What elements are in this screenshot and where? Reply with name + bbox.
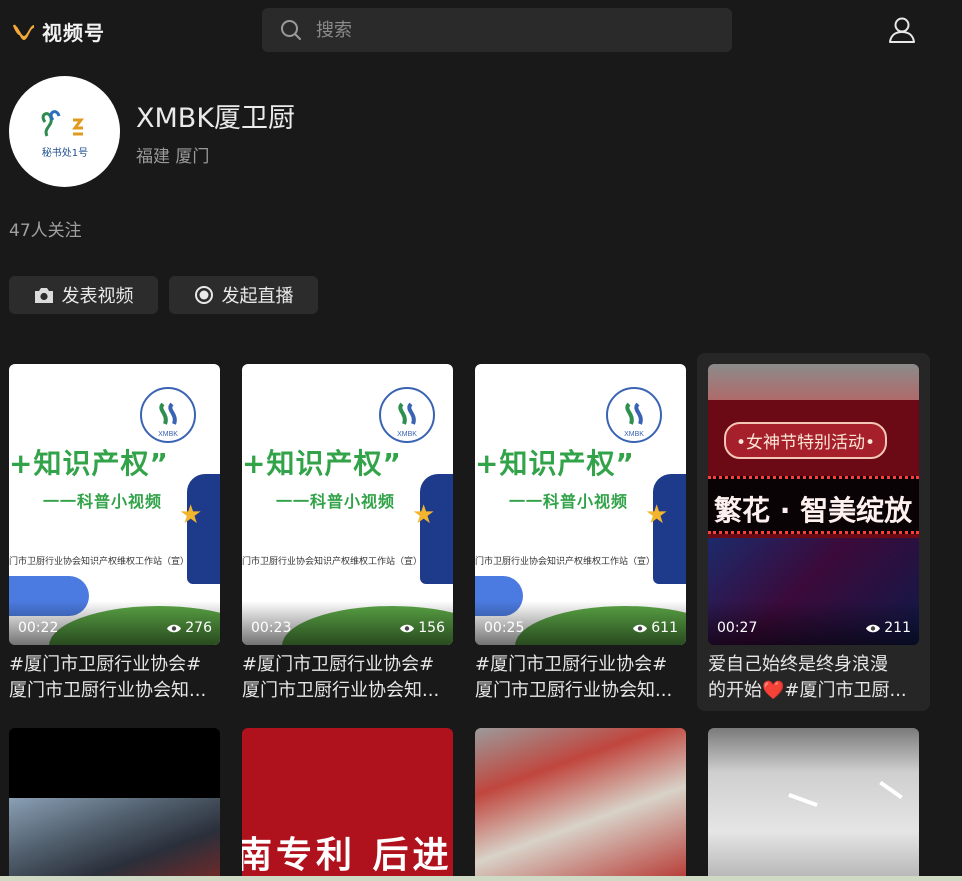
badge-text: XMBK bbox=[624, 431, 644, 438]
camera-icon bbox=[34, 288, 53, 303]
video-card-hovered[interactable]: •女神节特别活动• 繁花 · 智美绽放 00:27 211 爱自己始终是终身浪漫… bbox=[697, 353, 930, 711]
caption-line: 的开始❤️#厦门市卫厨... bbox=[708, 680, 907, 701]
video-card[interactable]: XMBK +知识产权” 一一科普小视频 门市卫厨行业协会知识产权维权工作站（宣）… bbox=[242, 364, 453, 709]
video-caption[interactable]: #厦门市卫厨行业协会# 厦门市卫厨行业协会知... bbox=[242, 652, 453, 704]
mascot-star-icon: ★ bbox=[179, 500, 203, 530]
led-sign-text: 繁花 · 智美绽放 bbox=[714, 494, 913, 527]
view-count: 211 bbox=[865, 620, 911, 636]
badge-text: XMBK bbox=[397, 431, 417, 438]
video-duration: 00:27 bbox=[717, 620, 758, 636]
view-count-value: 611 bbox=[651, 620, 678, 636]
patent-text: 南专利 后进 bbox=[242, 835, 453, 876]
caption-line: #厦门市卫厨行业协会# bbox=[475, 654, 668, 675]
thumbnail-top-blur bbox=[708, 364, 919, 400]
app-logo[interactable]: 视频号 bbox=[12, 17, 105, 46]
view-count: 611 bbox=[632, 620, 678, 636]
caption-line: 厦门市卫厨行业协会知... bbox=[9, 680, 207, 701]
xmbk-badge-icon: XMBK bbox=[140, 387, 196, 443]
caption-line: 厦门市卫厨行业协会知... bbox=[475, 680, 673, 701]
mascot-star-icon: ★ bbox=[645, 500, 669, 530]
user-icon[interactable] bbox=[886, 14, 918, 46]
search-icon bbox=[281, 20, 301, 40]
video-caption[interactable]: #厦门市卫厨行业协会# 厦门市卫厨行业协会知... bbox=[9, 652, 220, 704]
association-logo-icon bbox=[41, 110, 84, 137]
video-thumbnail[interactable]: XMBK +知识产权” 一一科普小视频 门市卫厨行业协会知识产权维权工作站（宣）… bbox=[9, 364, 220, 645]
view-count: 276 bbox=[166, 620, 212, 636]
start-live-label: 发起直播 bbox=[221, 286, 294, 307]
xmbk-badge-icon: XMBK bbox=[606, 387, 662, 443]
thumbnail-subtitle: 一一科普小视频 bbox=[509, 492, 629, 511]
eye-icon bbox=[400, 624, 415, 632]
thumbnail-headline: +知识产权” bbox=[475, 447, 635, 480]
thumbnail-station-text: 门市卫厨行业协会知识产权维权工作站（宣） bbox=[242, 557, 423, 567]
view-count-value: 211 bbox=[884, 620, 911, 636]
ceiling-lights bbox=[788, 792, 818, 808]
video-thumbnail[interactable]: •女神节特别活动• 繁花 · 智美绽放 00:27 211 bbox=[708, 364, 919, 645]
view-count: 156 bbox=[399, 620, 445, 636]
avatar[interactable]: 秘书处1号 bbox=[9, 76, 120, 187]
thumbnail-station-text: 门市卫厨行业协会知识产权维权工作站（宣） bbox=[475, 557, 656, 567]
video-card[interactable] bbox=[9, 728, 220, 876]
channels-logo-icon bbox=[12, 24, 34, 40]
eye-icon bbox=[866, 624, 881, 632]
video-duration: 00:23 bbox=[251, 620, 292, 636]
follower-count[interactable]: 47人关注 bbox=[9, 216, 82, 241]
caption-line: 爱自己始终是终身浪漫 bbox=[708, 654, 888, 675]
app-title: 视频号 bbox=[42, 21, 105, 45]
bottom-strip bbox=[0, 876, 962, 881]
mascot-star-icon: ★ bbox=[412, 500, 436, 530]
video-caption[interactable]: 爱自己始终是终身浪漫 的开始❤️#厦门市卫厨... bbox=[708, 652, 919, 704]
thumbnail-subtitle: 一一科普小视频 bbox=[43, 492, 163, 511]
search-input[interactable] bbox=[316, 19, 696, 41]
badge-text: XMBK bbox=[158, 431, 178, 438]
xmbk-badge-icon: XMBK bbox=[379, 387, 435, 443]
video-thumbnail[interactable]: XMBK +知识产权” 一一科普小视频 门市卫厨行业协会知识产权维权工作站（宣）… bbox=[475, 364, 686, 645]
eye-icon bbox=[167, 624, 182, 632]
start-live-button[interactable]: 发起直播 bbox=[169, 276, 318, 314]
video-duration: 00:25 bbox=[484, 620, 525, 636]
led-sign: 繁花 · 智美绽放 bbox=[708, 476, 919, 534]
video-thumbnail[interactable]: XMBK +知识产权” 一一科普小视频 门市卫厨行业协会知识产权维权工作站（宣）… bbox=[242, 364, 453, 645]
eye-icon bbox=[633, 624, 648, 632]
video-card[interactable]: XMBK +知识产权” 一一科普小视频 门市卫厨行业协会知识产权维权工作站（宣）… bbox=[475, 364, 686, 709]
ceiling-lights bbox=[879, 780, 903, 800]
thumbnail-headline: +知识产权” bbox=[242, 447, 402, 480]
video-duration: 00:22 bbox=[18, 620, 59, 636]
caption-line: #厦门市卫厨行业协会# bbox=[242, 654, 435, 675]
video-card[interactable]: XMBK +知识产权” 一一科普小视频 门市卫厨行业协会知识产权维权工作站（宣）… bbox=[9, 364, 220, 709]
video-thumbnail[interactable] bbox=[475, 728, 686, 876]
video-thumbnail[interactable] bbox=[9, 728, 220, 876]
search-bar[interactable] bbox=[262, 8, 732, 52]
caption-line: #厦门市卫厨行业协会# bbox=[9, 654, 202, 675]
activity-banner: •女神节特别活动• bbox=[724, 422, 888, 459]
video-card[interactable] bbox=[708, 728, 919, 876]
video-caption[interactable]: #厦门市卫厨行业协会# 厦门市卫厨行业协会知... bbox=[475, 652, 686, 704]
video-thumbnail[interactable]: 南专利 后进 bbox=[242, 728, 453, 876]
video-thumbnail[interactable] bbox=[708, 728, 919, 876]
top-bar: 视频号 bbox=[0, 0, 962, 62]
video-card[interactable]: 南专利 后进 bbox=[242, 728, 453, 876]
live-record-icon bbox=[194, 286, 213, 304]
profile-name: XMBK厦卫厨 bbox=[136, 103, 296, 134]
view-count-value: 276 bbox=[185, 620, 212, 636]
profile-location: 福建 厦门 bbox=[136, 147, 210, 167]
event-hall-scene bbox=[9, 798, 220, 876]
view-count-value: 156 bbox=[418, 620, 445, 636]
avatar-caption: 秘书处1号 bbox=[41, 148, 89, 159]
post-video-label: 发表视频 bbox=[61, 286, 134, 307]
caption-line: 厦门市卫厨行业协会知... bbox=[242, 680, 440, 701]
thumbnail-subtitle: 一一科普小视频 bbox=[276, 492, 396, 511]
thumbnail-headline: +知识产权” bbox=[9, 447, 169, 480]
thumbnail-station-text: 门市卫厨行业协会知识产权维权工作站（宣） bbox=[9, 557, 190, 567]
post-video-button[interactable]: 发表视频 bbox=[9, 276, 158, 314]
video-card[interactable] bbox=[475, 728, 686, 876]
